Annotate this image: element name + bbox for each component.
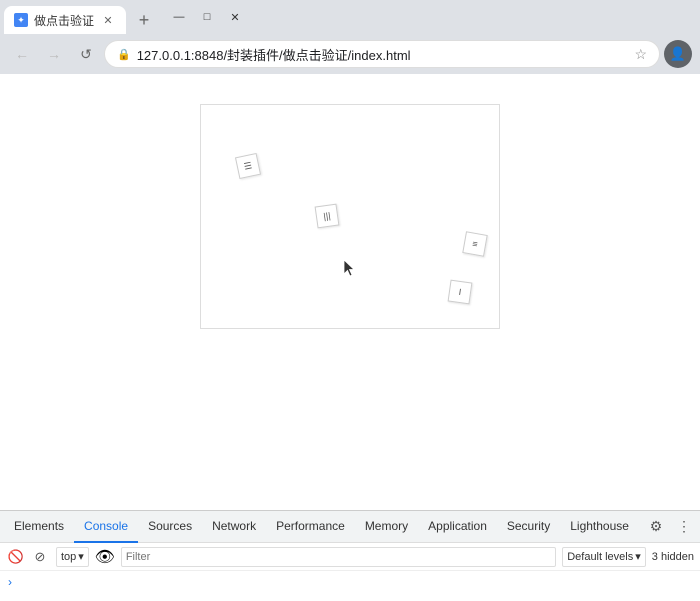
devtools-settings-button[interactable]: ⚙ [644,515,668,539]
page-inner: ☰ ||| ≡ I [20,84,680,464]
devtools-console-area: › [0,571,700,601]
level-select[interactable]: Default levels ▾ [562,547,646,567]
float-icon-2: ||| [315,204,340,229]
devtools-more-button[interactable]: ⋮ [672,515,696,539]
refresh-button[interactable]: ↺ [72,40,100,68]
devtools-toolbar: 🚫 ⊘ top ▾ 👁 Default levels ▾ 3 hidden [0,543,700,571]
forward-button[interactable]: → [40,40,68,68]
cursor-icon [344,260,358,283]
close-button[interactable]: ✕ [222,4,248,30]
tab-network[interactable]: Network [202,511,266,543]
address-bar: ← → ↺ 🔒 127.0.0.1:8848/封装插件/做点击验证/index.… [0,34,700,74]
tab-memory[interactable]: Memory [355,511,418,543]
devtools-tabs: Elements Console Sources Network Perform… [0,511,700,543]
tab-console[interactable]: Console [74,511,138,543]
scope-value: top [61,551,76,563]
url-text: 127.0.0.1:8848/封装插件/做点击验证/index.html [137,45,629,64]
devtools-panel: Elements Console Sources Network Perform… [0,510,700,601]
block-icon[interactable]: ⊘ [30,547,50,567]
clear-console-icon[interactable]: 🚫 [6,547,26,567]
window-controls: — □ ✕ [158,0,256,34]
back-button[interactable]: ← [8,40,36,68]
tab-close-button[interactable]: ✕ [100,12,116,28]
canvas-area: ☰ ||| ≡ I [200,104,500,329]
devtools-tab-actions: ⚙ ⋮ [644,515,696,539]
tab-lighthouse[interactable]: Lighthouse [560,511,639,543]
level-chevron: ▾ [635,550,641,563]
lock-icon: 🔒 [117,48,131,61]
filter-input[interactable] [121,547,556,567]
new-tab-button[interactable]: + [130,6,158,34]
tab-title: 做点击验证 [34,12,94,29]
float-icon-1: ☰ [235,153,261,179]
tab-security[interactable]: Security [497,511,560,543]
title-bar: ✦ 做点击验证 ✕ + — □ ✕ [0,0,700,34]
float-icon-4: I [448,280,473,305]
eye-icon[interactable]: 👁 [95,547,115,567]
tab-application[interactable]: Application [418,511,497,543]
minimize-button[interactable]: — [166,4,192,30]
console-prompt: › [8,575,692,589]
hidden-count: 3 hidden [652,551,694,563]
tab-sources[interactable]: Sources [138,511,202,543]
address-input[interactable]: 🔒 127.0.0.1:8848/封装插件/做点击验证/index.html ☆ [104,40,660,68]
tab-strip: ✦ 做点击验证 ✕ + [0,0,158,34]
scope-chevron: ▾ [78,550,84,563]
toolbar-left-icons: 🚫 ⊘ [6,547,50,567]
bookmark-icon[interactable]: ☆ [634,46,647,63]
level-label: Default levels [567,551,633,563]
maximize-button[interactable]: □ [194,4,220,30]
float-icon-3: ≡ [462,231,487,256]
chrome-window: ✦ 做点击验证 ✕ + — □ ✕ ← → ↺ 🔒 127.0.0.1:8848… [0,0,700,601]
tab-performance[interactable]: Performance [266,511,355,543]
active-tab[interactable]: ✦ 做点击验证 ✕ [4,6,126,34]
profile-button[interactable]: 👤 [664,40,692,68]
tab-elements[interactable]: Elements [4,511,74,543]
prompt-arrow-icon: › [8,575,12,589]
tab-favicon: ✦ [14,13,28,27]
scope-select[interactable]: top ▾ [56,547,89,567]
page-content: ☰ ||| ≡ I [0,74,700,510]
